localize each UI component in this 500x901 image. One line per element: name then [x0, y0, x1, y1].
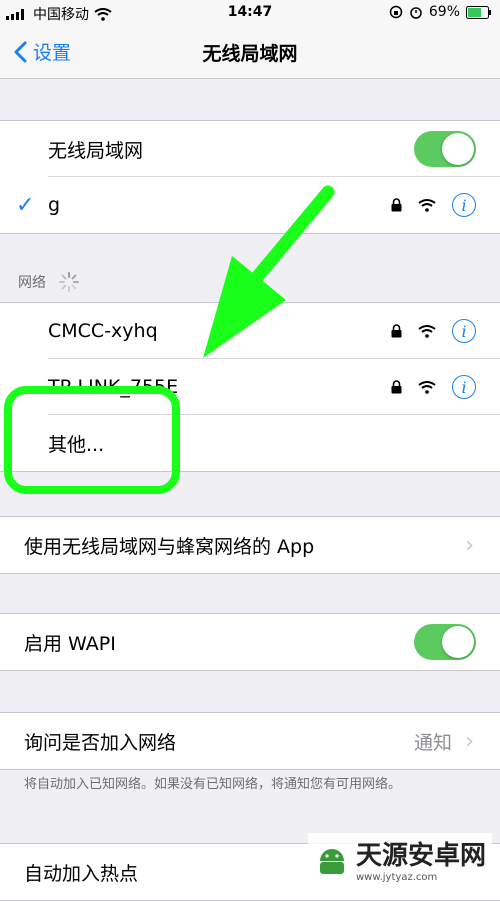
- ask-join-value: 通知: [413, 731, 452, 754]
- watermark-url: www.jytyaz.com: [355, 872, 438, 883]
- network-name: CMCC-xyhq: [48, 320, 158, 342]
- networks-header: 网络: [18, 271, 80, 293]
- apps-row[interactable]: 使用无线局域网与蜂窝网络的 App ›: [0, 517, 500, 573]
- lock-icon: [391, 324, 402, 338]
- networks-group: CMCC-xyhq i TP-LINK_755E i 其他...: [0, 302, 500, 472]
- wapi-toggle[interactable]: [414, 624, 476, 660]
- toggle-knob: [442, 626, 474, 658]
- wifi-signal-icon: [418, 199, 436, 212]
- toggle-knob: [442, 133, 474, 165]
- ask-join-label: 询问是否加入网络: [24, 731, 177, 754]
- checkmark-icon: ✓: [16, 192, 35, 218]
- wifi-toggle-label: 无线局域网: [48, 139, 144, 162]
- chevron-right-icon: ›: [465, 532, 474, 558]
- network-row[interactable]: TP-LINK_755E i: [0, 359, 500, 415]
- other-network-label: 其他...: [48, 433, 105, 456]
- wifi-toggle-row: 无线局域网: [0, 121, 500, 177]
- wifi-signal-icon: [418, 325, 436, 338]
- wapi-row: 启用 WAPI: [0, 614, 500, 670]
- wifi-toggle[interactable]: [414, 131, 476, 167]
- watermark: 天源安卓网 www.jytyaz.com: [307, 833, 492, 885]
- info-button[interactable]: i: [452, 319, 476, 343]
- lock-rotation-icon: [389, 5, 403, 19]
- navigation-bar: 设置 无线局域网: [0, 26, 500, 79]
- lock-icon: [391, 380, 402, 394]
- hotspot-label: 自动加入热点: [24, 862, 139, 885]
- alarm-icon: [410, 7, 422, 19]
- info-button[interactable]: i: [452, 193, 476, 217]
- android-logo-icon: [319, 849, 344, 874]
- info-button[interactable]: i: [452, 375, 476, 399]
- watermark-title: 天源安卓网: [355, 841, 486, 871]
- ask-join-row[interactable]: 询问是否加入网络 通知 ›: [0, 713, 500, 769]
- network-name: TP-LINK_755E: [48, 376, 179, 398]
- wifi-signal-icon: [418, 381, 436, 394]
- wapi-label: 启用 WAPI: [24, 632, 116, 655]
- apps-group: 使用无线局域网与蜂窝网络的 App ›: [0, 516, 500, 574]
- ask-join-footer: 将自动加入已知网络。如果没有已知网络，将通知您有可用网络。: [24, 777, 402, 792]
- status-bar: 中国移动 14:47 69%: [0, 0, 500, 26]
- networks-header-label: 网络: [18, 275, 46, 291]
- wapi-group: 启用 WAPI: [0, 613, 500, 671]
- chevron-right-icon: ›: [465, 728, 474, 754]
- battery-icon: [466, 5, 491, 19]
- connected-network-name: g: [48, 194, 61, 216]
- lock-icon: [391, 198, 402, 212]
- wifi-group: 无线局域网 ✓ g i: [0, 120, 500, 234]
- page-title: 无线局域网: [202, 43, 298, 65]
- apps-label: 使用无线局域网与蜂窝网络的 App: [24, 535, 315, 558]
- battery-percent: 69%: [428, 4, 460, 20]
- other-network-row[interactable]: 其他...: [0, 415, 500, 471]
- ask-join-group: 询问是否加入网络 通知 ›: [0, 712, 500, 770]
- network-row[interactable]: CMCC-xyhq i: [0, 303, 500, 359]
- connected-network-row[interactable]: ✓ g i: [0, 177, 500, 233]
- loading-spinner-icon: [59, 272, 79, 292]
